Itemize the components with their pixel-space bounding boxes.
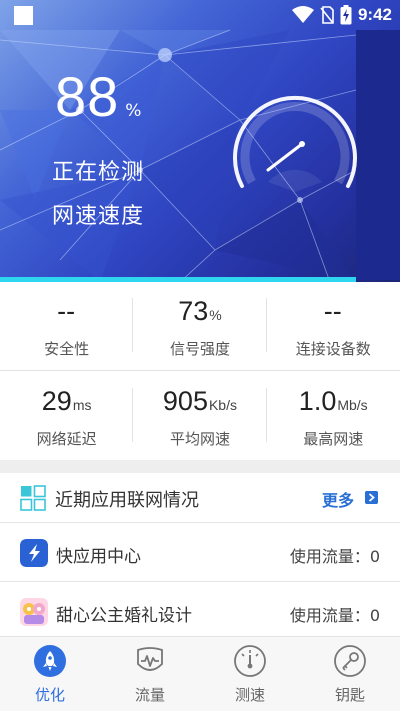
status-text-line2: 网速速度 xyxy=(52,204,145,229)
progress-value: 88 xyxy=(55,65,120,128)
chevron-right-icon[interactable] xyxy=(365,491,378,504)
stat-unit: Kb/s xyxy=(208,397,237,413)
stat-label: 连接设备数 xyxy=(295,340,371,358)
stat-latency: 29ms 网络延迟 xyxy=(0,372,134,460)
bottom-navigation: 优化 流量 测速 钥匙 xyxy=(0,636,400,711)
speedometer-gauge xyxy=(233,95,357,192)
app-usage: 使用流量：0 xyxy=(289,547,380,566)
nav-label: 流量 xyxy=(134,686,165,704)
key-icon xyxy=(334,645,366,677)
stat-value: 1.0 xyxy=(298,386,337,416)
notification-icon xyxy=(14,6,33,25)
no-sim-icon xyxy=(320,6,334,24)
section-title: 近期应用联网情况 xyxy=(55,490,199,511)
stat-label: 最高网速 xyxy=(303,430,364,448)
stat-label: 信号强度 xyxy=(169,340,230,358)
game-app-icon xyxy=(20,598,48,626)
clock: 9:42 xyxy=(357,5,392,24)
stat-value: -- xyxy=(57,296,76,326)
gauge-needle xyxy=(266,141,305,172)
nav-tab-traffic[interactable]: 流量 xyxy=(100,637,200,711)
stat-label: 平均网速 xyxy=(169,430,230,448)
speed-test-header: 9:42 88 % 正在检测 网速速度 xyxy=(0,0,400,282)
stat-unit: Mb/s xyxy=(337,397,368,413)
nav-tab-speed-test[interactable]: 测速 xyxy=(200,637,300,711)
stat-security: -- 安全性 xyxy=(0,282,134,370)
progress-unit: % xyxy=(125,101,142,121)
stat-average-speed: 905Kb/s 平均网速 xyxy=(133,372,267,460)
nav-label: 优化 xyxy=(34,686,65,704)
nav-tab-optimize[interactable]: 优化 xyxy=(0,637,100,711)
stat-unit: ms xyxy=(72,397,92,413)
stat-connected-devices: -- 连接设备数 xyxy=(267,282,400,370)
list-item[interactable]: 甜心公主婚礼设计 使用流量：0 xyxy=(0,583,400,641)
app-usage: 使用流量：0 xyxy=(289,606,380,625)
quick-app-icon xyxy=(20,539,48,567)
wifi-icon xyxy=(291,6,314,23)
divider xyxy=(0,370,400,371)
apps-grid-icon xyxy=(20,485,46,511)
stat-max-speed: 1.0Mb/s 最高网速 xyxy=(267,372,400,460)
stat-value: 29 xyxy=(41,386,72,416)
list-item[interactable]: 快应用中心 使用流量：0 xyxy=(0,524,400,582)
nav-tab-key[interactable]: 钥匙 xyxy=(300,637,400,711)
app-name: 快应用中心 xyxy=(56,547,141,567)
nav-label: 钥匙 xyxy=(334,686,365,704)
progress-readout: 88 % xyxy=(55,64,141,129)
stat-value: 73 xyxy=(178,296,209,326)
speedometer-icon xyxy=(234,645,266,677)
stat-label: 网络延迟 xyxy=(36,430,97,448)
status-text-line1: 正在检测 xyxy=(52,160,145,185)
rocket-icon xyxy=(34,645,66,677)
stat-value: 905 xyxy=(162,386,208,416)
app-name: 甜心公主婚礼设计 xyxy=(56,606,192,626)
traffic-icon xyxy=(137,647,163,671)
stats-grid: -- 安全性 73% 信号强度 -- 连接设备数 29ms 网络延迟 905Kb… xyxy=(0,282,400,460)
battery-charging-icon xyxy=(340,5,352,25)
section-gap xyxy=(0,460,400,473)
stat-value: -- xyxy=(323,296,342,326)
status-bar: 9:42 xyxy=(0,0,400,30)
stat-label: 安全性 xyxy=(44,340,90,358)
nav-label: 测速 xyxy=(234,686,265,704)
more-button[interactable]: 更多 xyxy=(322,487,354,511)
stat-signal-strength: 73% 信号强度 xyxy=(133,282,267,370)
stat-unit: % xyxy=(209,307,222,323)
recent-apps-header: 近期应用联网情况 更多 xyxy=(0,473,400,523)
